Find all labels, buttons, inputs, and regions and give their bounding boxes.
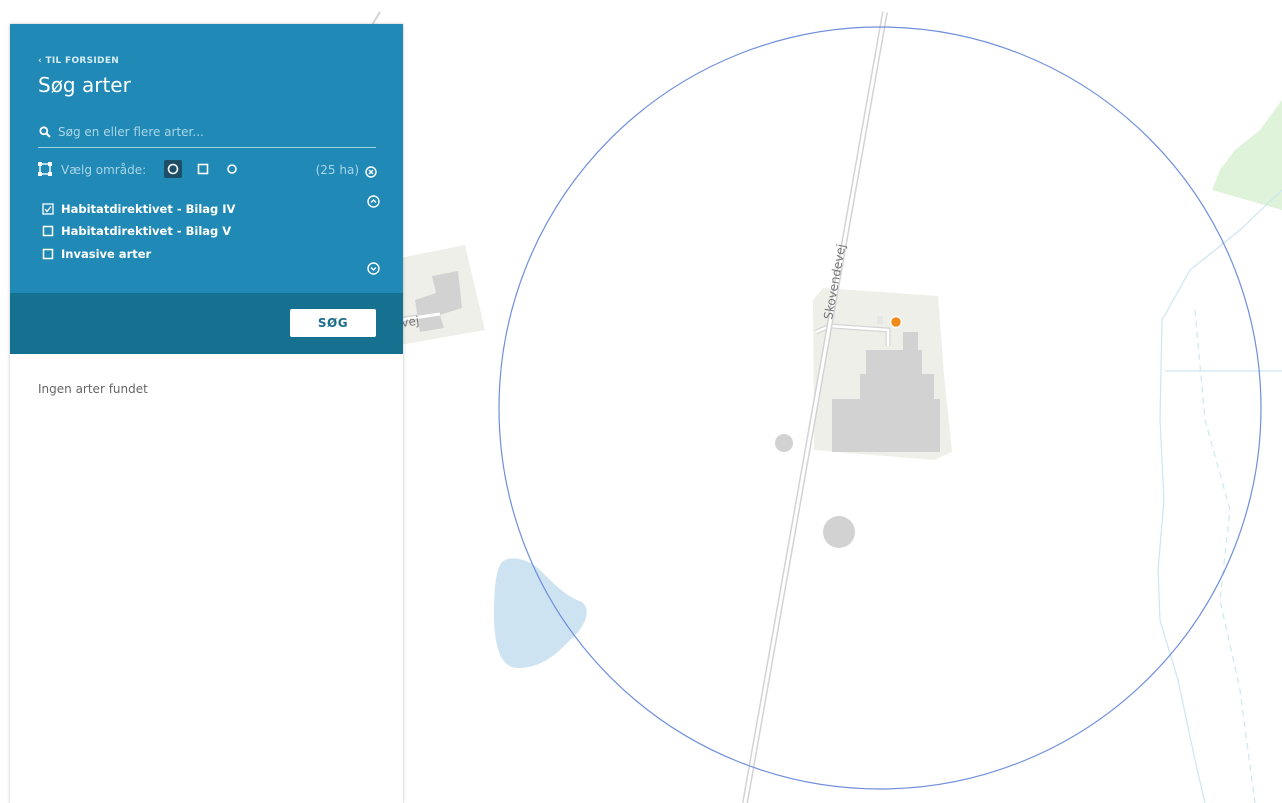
filter-bilag-v[interactable]: Habitatdirektivet - Bilag V xyxy=(42,224,231,238)
search-icon xyxy=(39,123,51,142)
square-icon xyxy=(197,163,209,175)
checkbox-checked-icon xyxy=(42,203,54,215)
panel-header: ‹ TIL FORSIDEN Søg arter Vælg område: (2… xyxy=(10,24,403,293)
location-marker[interactable] xyxy=(889,315,903,329)
search-button[interactable]: SØG xyxy=(290,309,376,337)
back-to-home-link[interactable]: ‹ TIL FORSIDEN xyxy=(38,56,119,66)
marker-tag xyxy=(877,316,883,324)
search-field xyxy=(38,121,376,148)
checkbox-icon xyxy=(42,225,54,237)
filter-label: Habitatdirektivet - Bilag IV xyxy=(61,202,236,216)
polygon-icon xyxy=(227,164,237,174)
chevron-down-circle-icon[interactable] xyxy=(367,260,380,279)
filter-invasive[interactable]: Invasive arter xyxy=(42,247,151,261)
clear-circle-icon[interactable] xyxy=(365,163,377,182)
square-area-button[interactable] xyxy=(194,160,212,178)
circle-area-button[interactable] xyxy=(164,160,182,178)
filter-bilag-iv[interactable]: Habitatdirektivet - Bilag IV xyxy=(42,202,235,216)
checkbox-icon xyxy=(42,248,54,260)
road-label-fragment: vej xyxy=(400,314,420,330)
map-dot xyxy=(823,516,855,548)
panel-footer: SØG xyxy=(10,293,403,354)
filter-label: Invasive arter xyxy=(61,247,152,261)
page-title: Søg arter xyxy=(38,73,131,97)
no-results-text: Ingen arter fundet xyxy=(38,382,148,396)
polygon-area-button[interactable] xyxy=(223,160,241,178)
building xyxy=(903,332,918,372)
map-dot xyxy=(775,434,793,452)
area-select-row: Vælg område: (25 ha) xyxy=(37,160,377,180)
building xyxy=(860,374,934,401)
polygon-select-icon[interactable] xyxy=(37,161,53,181)
chevron-up-circle-icon[interactable] xyxy=(367,193,380,212)
search-panel: ‹ TIL FORSIDEN Søg arter Vælg område: (2… xyxy=(10,24,403,803)
area-label: Vælg område: xyxy=(61,163,147,177)
circle-icon xyxy=(167,163,179,175)
building xyxy=(832,399,940,452)
filter-label: Habitatdirektivet - Bilag V xyxy=(61,224,232,238)
species-search-input[interactable] xyxy=(58,121,374,143)
area-size: (25 ha) xyxy=(315,163,359,177)
